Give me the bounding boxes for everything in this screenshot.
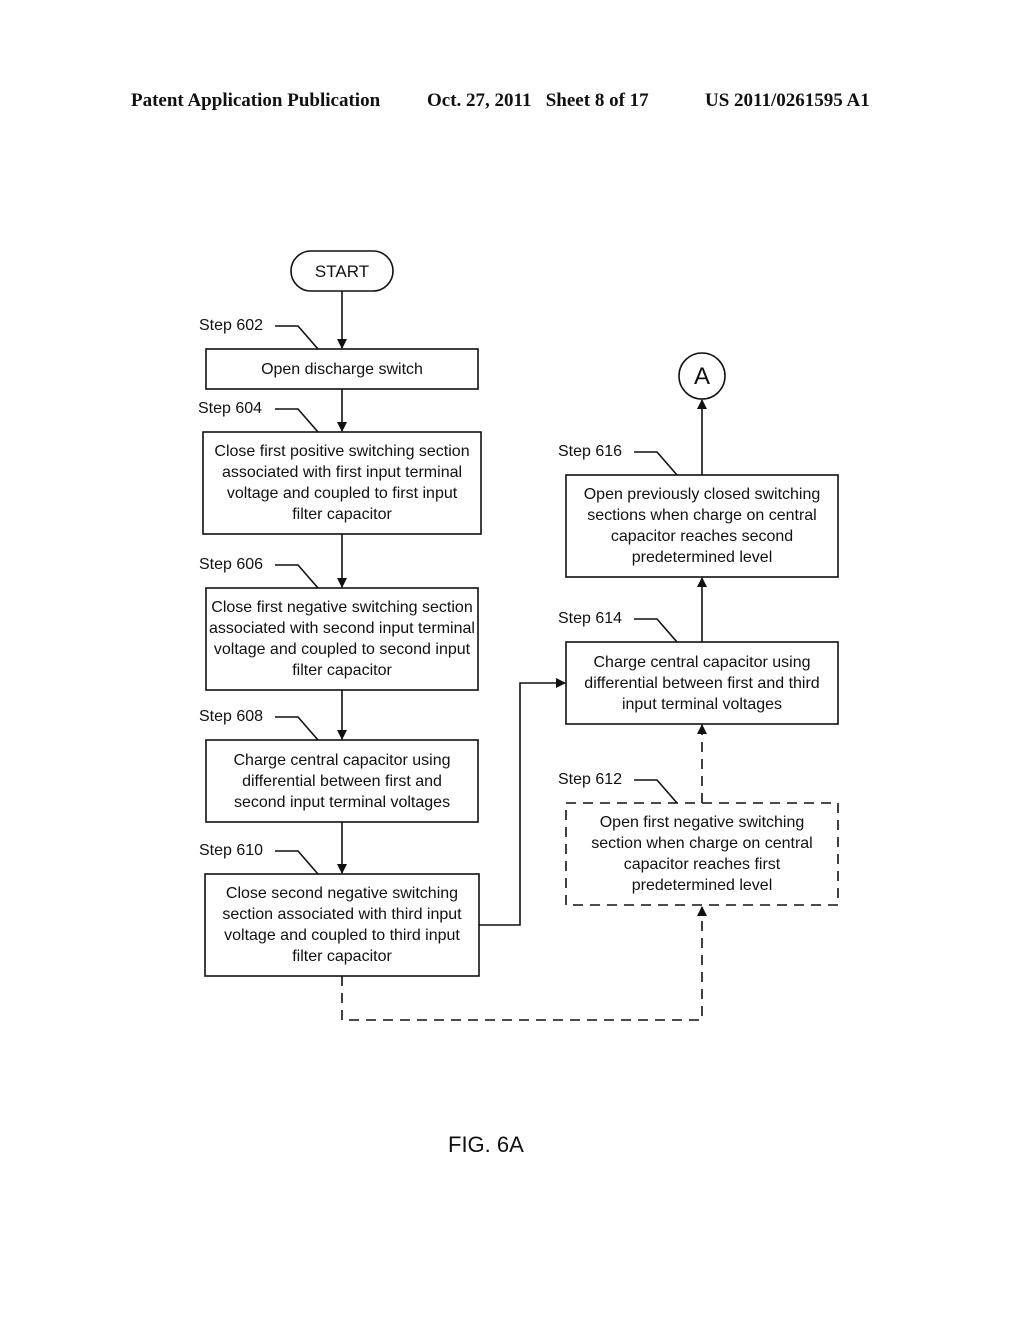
step-604-text: Close first positive switching section a… — [214, 443, 470, 523]
step-616-text: Open previously closed switching section… — [583, 486, 821, 566]
step-602-text: Open discharge switch — [261, 360, 423, 378]
step-608-text: Charge central capacitor using different… — [233, 751, 451, 811]
start-label: START — [314, 261, 370, 281]
step-602-label: Step 602 — [199, 317, 264, 334]
step-606-text: Close first negative switching section a… — [209, 599, 475, 679]
step-614-text: Charge central capacitor using different… — [584, 653, 820, 713]
edge-610-614 — [479, 678, 566, 926]
leader-610 — [275, 850, 319, 875]
connector-a-label: A — [693, 362, 710, 390]
step-608-label: Step 608 — [199, 708, 264, 725]
step-606-label: Step 606 — [199, 556, 264, 573]
figure-caption: FIG. 6A — [448, 1132, 524, 1157]
flowchart-canvas — [202, 250, 839, 1021]
leader-612 — [634, 779, 678, 804]
leader-606 — [275, 564, 319, 589]
step-616-label: Step 616 — [558, 443, 623, 460]
step-610-label: Step 610 — [199, 842, 264, 859]
step-604-label: Step 604 — [198, 400, 263, 417]
leader-602 — [275, 325, 319, 350]
step-612-label: Step 612 — [558, 771, 623, 788]
leader-608 — [275, 716, 319, 741]
step-612-text: Open first negative switching section wh… — [591, 814, 813, 894]
leader-616 — [634, 451, 678, 476]
leader-604 — [275, 408, 319, 433]
step-614-label: Step 614 — [558, 610, 623, 627]
step-610-text: Close second negative switching section … — [222, 885, 462, 965]
leader-614 — [634, 618, 678, 643]
